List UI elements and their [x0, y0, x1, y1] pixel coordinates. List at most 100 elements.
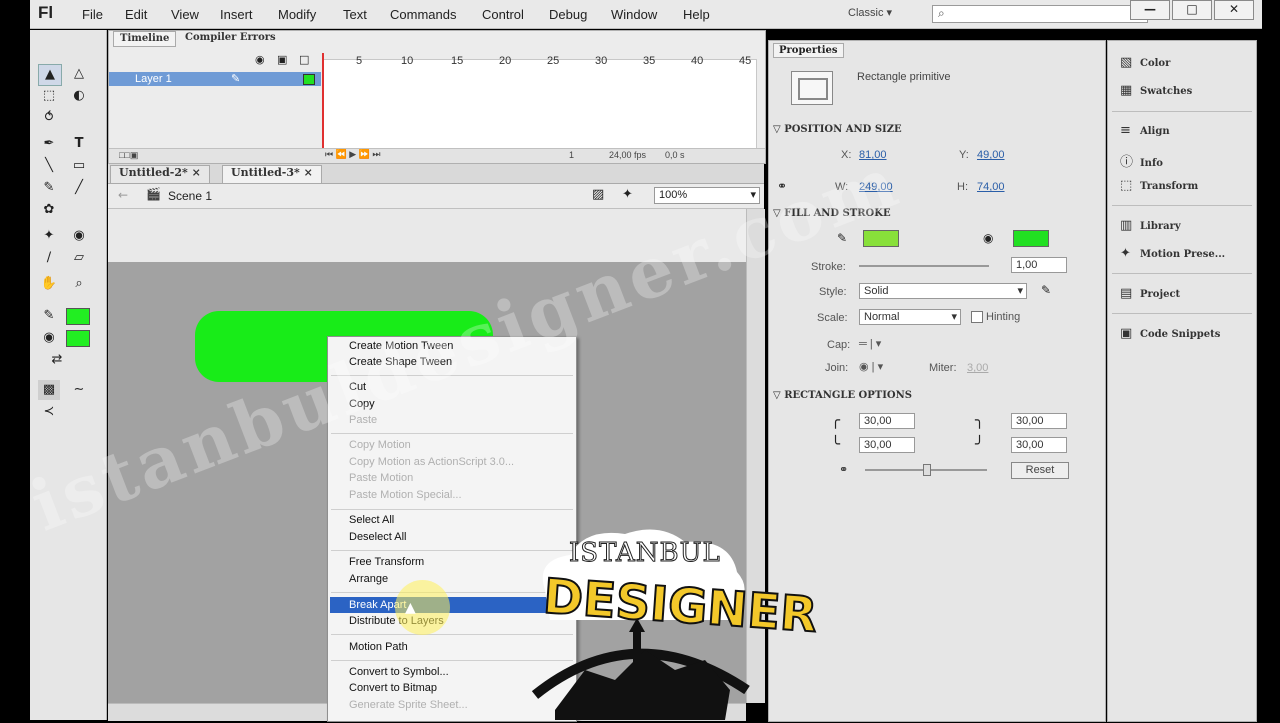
- stroke-color-swatch[interactable]: [66, 308, 90, 325]
- menu-commands[interactable]: Commands: [390, 7, 456, 22]
- show-hide-icon[interactable]: ◉: [255, 53, 265, 66]
- corner-br-input[interactable]: 30,00: [1011, 437, 1067, 453]
- swap-colors-icon[interactable]: ⇄: [46, 350, 68, 370]
- smooth-icon[interactable]: ∼: [68, 380, 90, 400]
- line-tool-icon[interactable]: ╲: [38, 156, 60, 176]
- rectangle-options-header[interactable]: ▽ RECTANGLE OPTIONS: [773, 389, 1101, 403]
- tab-properties[interactable]: Properties: [773, 43, 844, 58]
- deco-tool-icon[interactable]: ✿: [38, 200, 60, 220]
- lasso-tool-icon[interactable]: ⥀: [38, 108, 60, 128]
- menu-window[interactable]: Window: [611, 7, 657, 22]
- paint-bucket-tool-icon[interactable]: ◉: [68, 226, 90, 246]
- join-select[interactable]: ◉ | ▾: [859, 360, 883, 373]
- fill-color-swatch[interactable]: [66, 330, 90, 347]
- playback-controls-icon[interactable]: ⏮ ⏪ ▶ ⏩ ⏭: [325, 149, 381, 160]
- corner-bl-input[interactable]: 30,00: [859, 437, 915, 453]
- bone-tool-icon[interactable]: ✦: [38, 226, 60, 246]
- reset-button[interactable]: Reset: [1011, 462, 1069, 479]
- menu-convert-to-symbol[interactable]: Convert to Symbol...: [349, 665, 449, 680]
- dock-project[interactable]: ▤ Project: [1120, 286, 1180, 304]
- hand-tool-icon[interactable]: ✋: [38, 274, 60, 294]
- back-arrow-icon[interactable]: ←: [118, 188, 128, 202]
- straighten-icon[interactable]: ≺: [38, 402, 60, 422]
- brush-tool-icon[interactable]: ╱: [68, 178, 90, 198]
- cap-label: Cap:: [827, 339, 851, 351]
- tab-timeline[interactable]: Timeline: [113, 31, 177, 47]
- dock-motion-presets[interactable]: ✦ Motion Prese...: [1120, 246, 1225, 264]
- playhead[interactable]: [322, 53, 324, 149]
- scale-select[interactable]: Normal ▾: [859, 309, 961, 325]
- lock-icon[interactable]: ▣: [277, 53, 287, 66]
- frame-number: 5: [356, 55, 363, 67]
- eraser-tool-icon[interactable]: ▱: [68, 248, 90, 268]
- edit-symbol-icon[interactable]: ✦: [622, 187, 633, 202]
- text-tool-icon[interactable]: T: [68, 134, 90, 154]
- help-search-input[interactable]: ⌕: [932, 5, 1148, 23]
- stroke-slider[interactable]: [859, 265, 989, 267]
- pen-tool-icon[interactable]: ✒: [38, 134, 60, 154]
- close-icon[interactable]: ×: [192, 166, 201, 179]
- 3d-rotation-tool-icon[interactable]: ◐: [68, 86, 90, 106]
- menu-convert-to-bitmap[interactable]: Convert to Bitmap: [349, 681, 437, 696]
- join-label: Join:: [825, 362, 849, 374]
- free-transform-tool-icon[interactable]: ⬚: [38, 86, 60, 106]
- corner-radius-slider[interactable]: [865, 464, 987, 476]
- corner-tr-icon: ╮: [975, 411, 985, 429]
- eyedropper-tool-icon[interactable]: ∕: [38, 248, 60, 268]
- outline-icon[interactable]: □: [299, 53, 309, 66]
- layer-row[interactable]: Layer 1 ✎: [109, 72, 321, 86]
- menu-free-transform[interactable]: Free Transform: [349, 555, 424, 570]
- tab-untitled-3[interactable]: Untitled-3* ×: [222, 165, 322, 183]
- rectangle-tool-icon[interactable]: ▭: [68, 156, 90, 176]
- menu-file[interactable]: File: [82, 7, 103, 22]
- menu-view[interactable]: View: [171, 7, 199, 22]
- corner-tr-input[interactable]: 30,00: [1011, 413, 1067, 429]
- layer-color-swatch[interactable]: [303, 74, 315, 85]
- fill-color-icon[interactable]: ◉: [38, 328, 60, 348]
- dock-library[interactable]: ▥ Library: [1120, 218, 1181, 236]
- lock-corners-icon[interactable]: ⚭: [839, 463, 848, 476]
- dock-info[interactable]: ⓘ Info: [1120, 151, 1163, 170]
- zoom-tool-icon[interactable]: ⌕: [68, 274, 90, 294]
- workspace-switcher[interactable]: Classic ▾: [848, 6, 892, 19]
- tab-compiler-errors[interactable]: Compiler Errors: [179, 31, 282, 45]
- new-layer-icon[interactable]: □□▣: [119, 150, 138, 161]
- miter-value[interactable]: 3,00: [967, 362, 988, 374]
- menu-deselect-all[interactable]: Deselect All: [349, 530, 406, 545]
- style-select[interactable]: Solid ▾: [859, 283, 1027, 299]
- menu-copy-motion: Copy Motion: [349, 439, 411, 451]
- menu-debug[interactable]: Debug: [549, 7, 587, 22]
- frame-rate[interactable]: 24,00 fps: [609, 150, 646, 160]
- frame-number: 40: [691, 55, 704, 67]
- hinting-checkbox[interactable]: [971, 311, 983, 323]
- menu-select-all[interactable]: Select All: [349, 513, 394, 528]
- pencil-tool-icon[interactable]: ✎: [38, 178, 60, 198]
- edit-scene-icon[interactable]: ▨: [592, 187, 604, 202]
- menu-edit[interactable]: Edit: [125, 7, 147, 22]
- menu-control[interactable]: Control: [482, 7, 524, 22]
- snap-to-objects-icon[interactable]: ▩: [38, 380, 60, 400]
- dock-transform[interactable]: ⬚ Transform: [1120, 178, 1198, 196]
- dock-code-snippets[interactable]: ▣ Code Snippets: [1120, 326, 1220, 344]
- minimize-button[interactable]: —: [1130, 0, 1170, 20]
- selection-tool-icon[interactable]: ▲: [38, 64, 62, 86]
- corner-br-icon: ╯: [975, 435, 985, 453]
- menu-arrange[interactable]: Arrange: [349, 572, 388, 587]
- tab-untitled-2[interactable]: Untitled-2* ×: [110, 165, 210, 183]
- tools-panel: ▲ △ ⬚ ◐ ⥀ ✒ T ╲ ▭ ✎ ╱ ✿ ✦ ◉ ∕ ▱ ✋ ⌕ ✎ ◉ …: [30, 30, 107, 720]
- menu-modify[interactable]: Modify: [278, 7, 316, 22]
- frame-grid[interactable]: [323, 59, 757, 151]
- cap-select[interactable]: ═ | ▾: [859, 337, 881, 350]
- menu-insert[interactable]: Insert: [220, 7, 253, 22]
- stroke-color-icon[interactable]: ✎: [38, 306, 60, 326]
- corner-tl-input[interactable]: 30,00: [859, 413, 915, 429]
- close-icon[interactable]: ×: [304, 166, 313, 179]
- subselection-tool-icon[interactable]: △: [68, 64, 90, 84]
- stroke-input[interactable]: 1,00: [1011, 257, 1067, 273]
- menu-motion-path[interactable]: Motion Path: [349, 640, 408, 655]
- fill-color-swatch[interactable]: [1013, 230, 1049, 247]
- menu-help[interactable]: Help: [683, 7, 710, 22]
- menu-copy-motion-as3: Copy Motion as ActionScript 3.0...: [349, 456, 515, 468]
- menu-text[interactable]: Text: [343, 7, 367, 22]
- edit-stroke-style-icon[interactable]: ✎: [1041, 283, 1051, 297]
